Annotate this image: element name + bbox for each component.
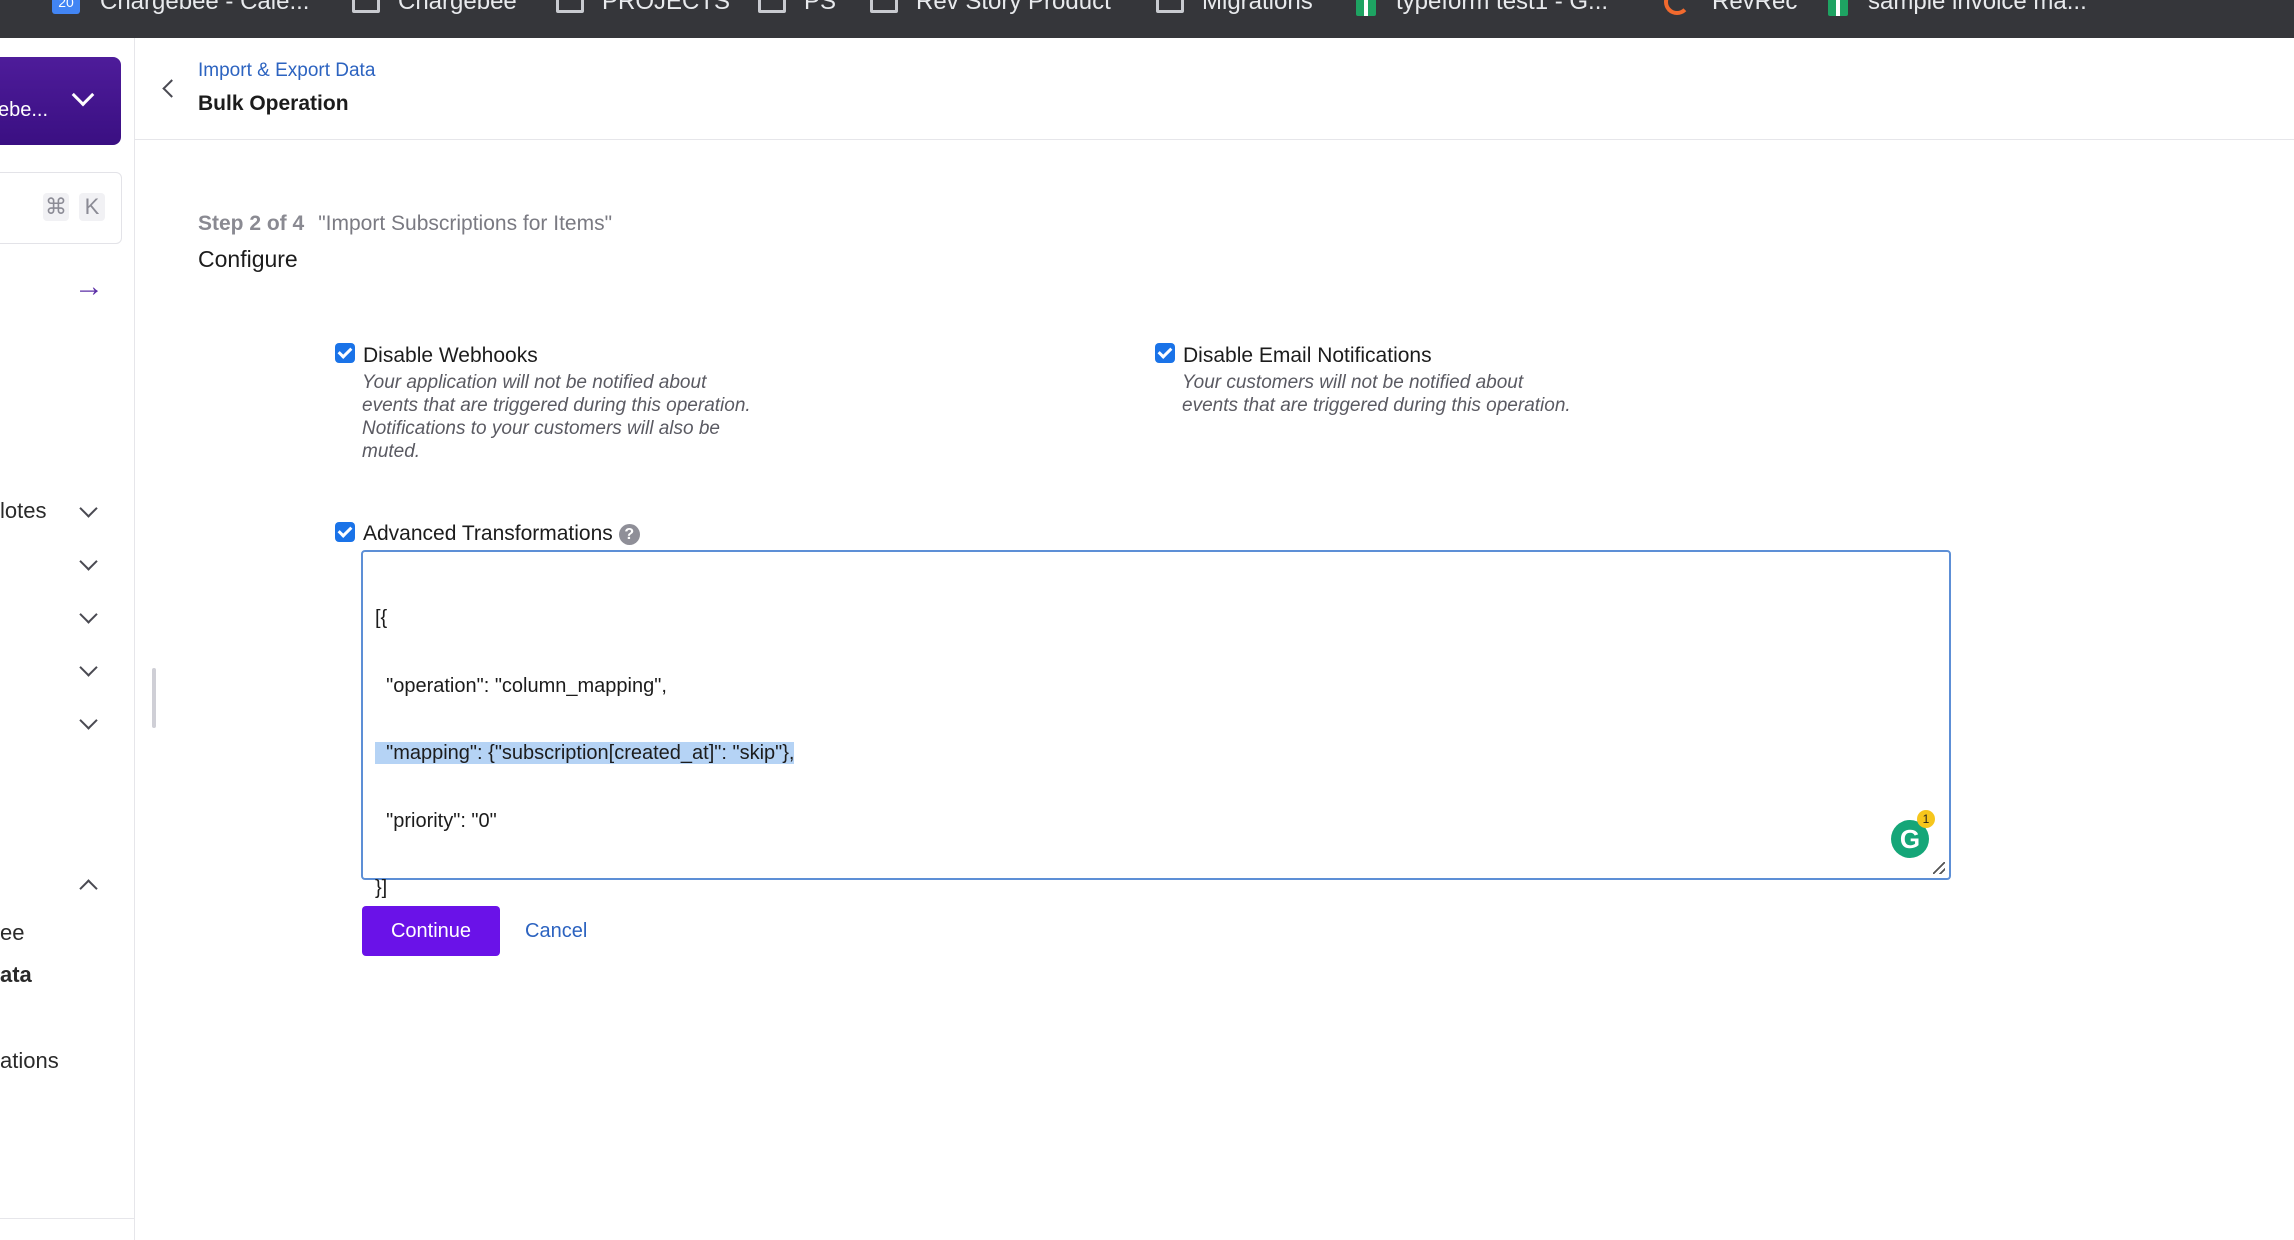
sheets-icon xyxy=(1356,0,1376,16)
disable-webhooks-checkbox[interactable] xyxy=(335,343,355,363)
advanced-transformations-checkbox[interactable] xyxy=(335,522,355,542)
folder-icon xyxy=(352,0,380,13)
sidebar-item-integrations[interactable]: ations xyxy=(0,1046,134,1078)
sidebar-item[interactable] xyxy=(0,549,134,581)
folder-icon xyxy=(556,0,584,13)
disable-webhooks-label[interactable]: Disable Webhooks xyxy=(363,344,538,368)
bookmark-item[interactable]: typeform test1 - G... xyxy=(1356,0,1608,16)
code-line: [{ xyxy=(375,607,388,629)
chevron-up-icon xyxy=(79,879,98,898)
breadcrumb-link[interactable]: Import & Export Data xyxy=(198,60,375,82)
chevron-down-icon xyxy=(79,658,98,677)
chevron-down-icon xyxy=(79,499,98,518)
step-progress: Step 2 of 4 xyxy=(198,212,305,235)
bookmark-item[interactable]: PS xyxy=(758,0,836,16)
sidebar-item-notes[interactable]: lotes xyxy=(0,496,134,528)
sidebar-item-import-export-data[interactable]: ata xyxy=(0,960,134,992)
step-indicator: Step 2 of 4 "Import Subscriptions for Ite… xyxy=(198,212,612,236)
sidebar-item-chargebee[interactable]: ee xyxy=(0,918,134,950)
site-switcher[interactable]: ebe... xyxy=(0,57,121,145)
sidebar-item[interactable] xyxy=(0,708,134,740)
bookmark-item[interactable]: PROJECTS xyxy=(556,0,730,16)
advanced-transformations-label[interactable]: Advanced Transformations? xyxy=(363,522,640,546)
revrec-icon xyxy=(1664,0,1690,15)
sheets-icon xyxy=(1828,0,1848,16)
bookmark-item[interactable]: sample invoice ma... xyxy=(1828,0,2087,16)
sidebar-item[interactable] xyxy=(0,602,134,634)
k-key-hint: K xyxy=(79,193,105,221)
disable-email-notifications-label[interactable]: Disable Email Notifications xyxy=(1183,344,1432,368)
code-line-selected: "mapping": {"subscription[created_at]": … xyxy=(375,742,795,764)
chevron-down-icon xyxy=(71,83,95,107)
help-icon[interactable]: ? xyxy=(618,523,640,545)
bookmark-item[interactable]: Migrations xyxy=(1156,0,1313,16)
section-title: Configure xyxy=(198,246,298,272)
bookmark-item[interactable]: Rev Story Product xyxy=(870,0,1111,16)
site-name: ebe... xyxy=(0,99,49,121)
arrow-right-icon[interactable]: → xyxy=(74,270,104,304)
calendar-icon: 20 xyxy=(52,0,80,14)
sidebar-divider xyxy=(0,1218,134,1219)
cancel-link[interactable]: Cancel xyxy=(525,920,587,943)
chevron-down-icon xyxy=(79,552,98,571)
code-line: "operation": "column_mapping", xyxy=(375,674,667,697)
sidebar-resize-handle[interactable] xyxy=(152,668,156,728)
chevron-down-icon xyxy=(79,605,98,624)
bookmark-item[interactable]: 20 Chargebee - Cale... xyxy=(52,0,309,16)
search-input[interactable]: ⌘ K xyxy=(0,172,122,244)
grammarly-count-badge: 1 xyxy=(1917,810,1935,828)
bookmark-item[interactable]: Chargebee xyxy=(352,0,517,16)
disable-webhooks-description: Your application will not be notified ab… xyxy=(362,372,751,462)
transformations-textarea[interactable]: [{ "operation": "column_mapping", "mappi… xyxy=(361,550,1951,899)
back-chevron-icon[interactable] xyxy=(162,79,181,98)
sidebar-item[interactable] xyxy=(0,655,134,687)
resize-grip-icon[interactable] xyxy=(1933,862,1945,874)
browser-bookmarks-bar: 20 Chargebee - Cale... Chargebee PROJECT… xyxy=(0,0,2294,38)
continue-button[interactable]: Continue xyxy=(362,906,500,956)
operation-name: "Import Subscriptions for Items" xyxy=(318,212,613,235)
folder-icon xyxy=(870,0,898,13)
command-key-hint: ⌘ xyxy=(43,193,69,221)
transformations-code: [{ "operation": "column_mapping", "mappi… xyxy=(375,562,795,945)
code-line: "priority": "0" xyxy=(375,809,497,832)
disable-email-notifications-checkbox[interactable] xyxy=(1155,343,1175,363)
folder-icon xyxy=(1156,0,1184,13)
sidebar-section-settings[interactable] xyxy=(0,870,134,902)
page-header: Import & Export Data Bulk Operation xyxy=(135,38,2294,140)
chevron-down-icon xyxy=(79,711,98,730)
sidebar: ebe... ⌘ K → lotes ee ata ations xyxy=(0,38,135,1240)
bookmark-item[interactable]: RevRec xyxy=(1664,0,1797,16)
code-line: }] xyxy=(375,877,388,899)
page-title: Bulk Operation xyxy=(198,92,349,115)
disable-email-notifications-description: Your customers will not be notified abou… xyxy=(1182,372,1571,416)
folder-icon xyxy=(758,0,786,13)
